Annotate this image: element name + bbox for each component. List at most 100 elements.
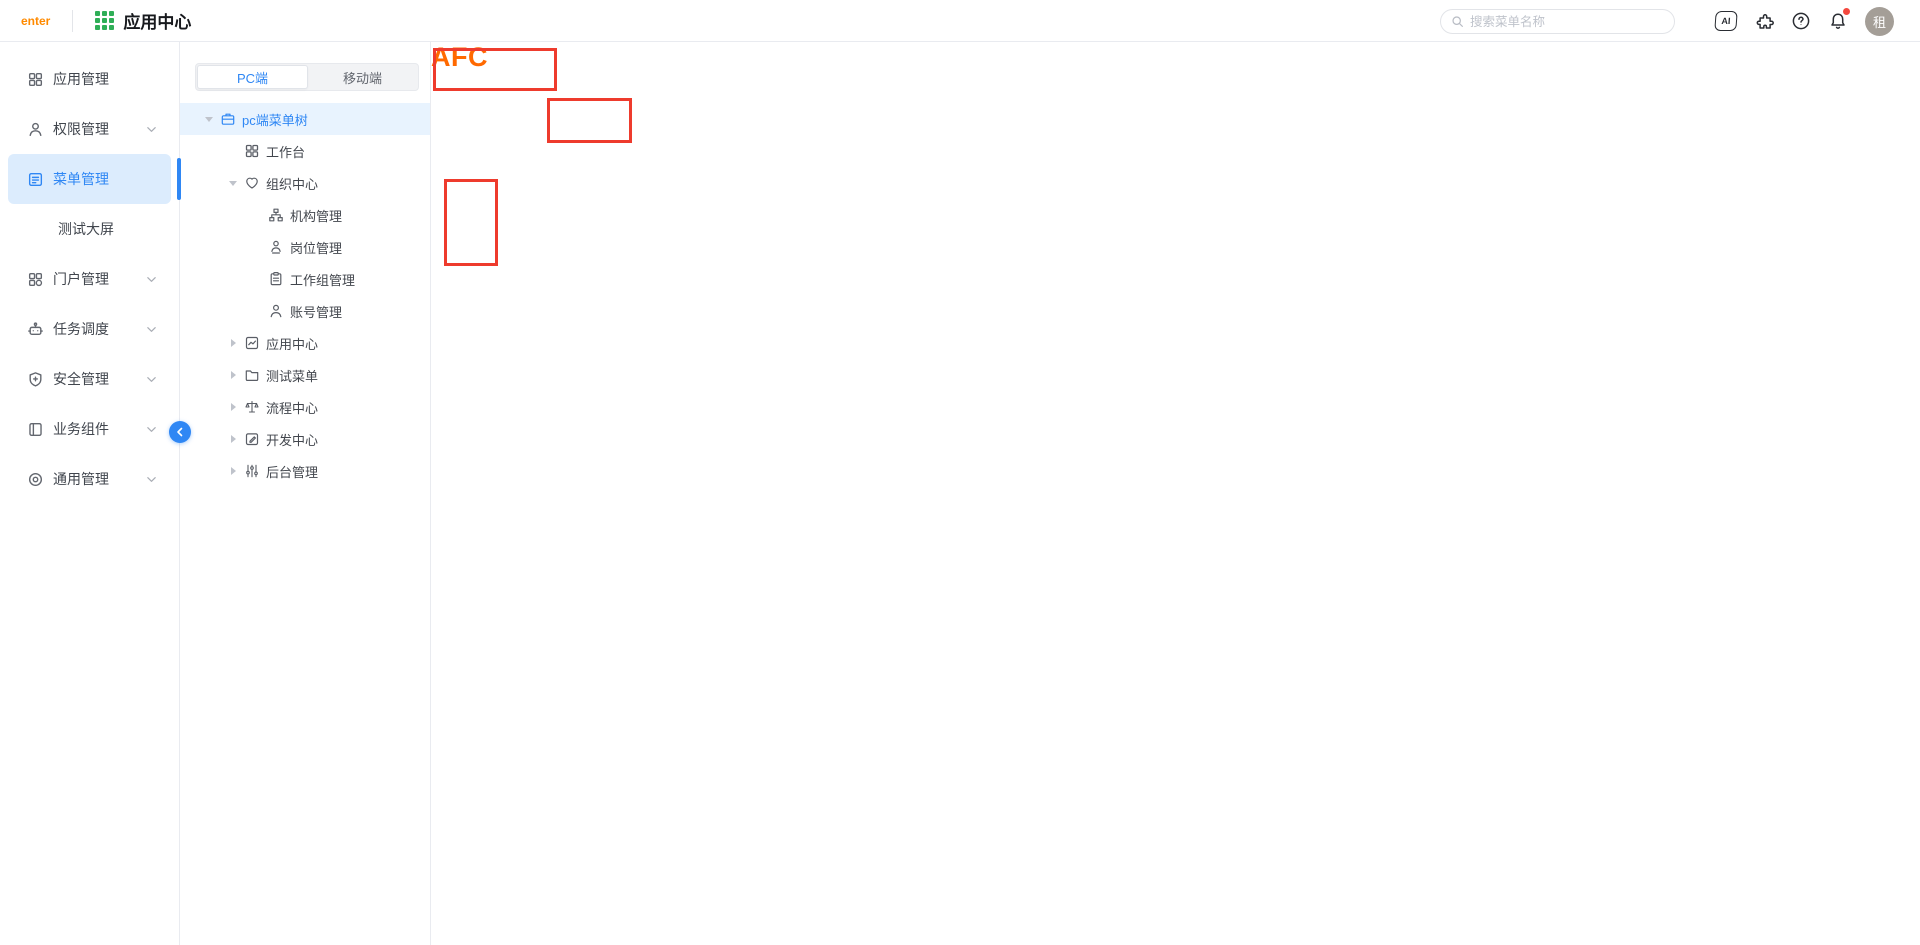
grid-icon [27,71,44,88]
tree-node-label: 工作台 [266,142,305,161]
tree-node-label: 后台管理 [266,462,318,481]
tree-node-工作组管理[interactable]: 工作组管理 [180,263,430,295]
ai-assistant-icon[interactable]: AI [1715,11,1737,31]
caret-down-icon[interactable] [204,117,214,122]
portal-icon [27,271,44,288]
chev-down-icon [146,374,157,385]
header-actions: AI 租 [1715,0,1894,42]
caret-right-icon[interactable] [228,403,238,411]
tree-node-pc端菜单树[interactable]: pc端菜单树 [180,103,430,135]
active-nav-indicator [177,158,181,200]
tree-node-label: 流程中心 [266,398,318,417]
chev-down-icon [146,124,157,135]
logo-subtext: enter [21,14,50,28]
menu-tree: pc端菜单树工作台组织中心机构管理岗位管理工作组管理账号管理应用中心测试菜单流程… [180,103,430,487]
tree-node-label: 应用中心 [266,334,318,353]
tree-node-组织中心[interactable]: 组织中心 [180,167,430,199]
sidebar-item-门户管理[interactable]: 门户管理 [8,254,171,304]
sidebar-item-label: 菜单管理 [53,169,157,189]
global-search[interactable] [1440,9,1675,34]
shield-icon [27,371,44,388]
tab-mobile[interactable]: 移动端 [308,65,417,89]
left-nav-sidebar: 应用管理权限管理菜单管理测试大屏门户管理任务调度安全管理业务组件通用管理 [0,42,180,945]
tree-node-账号管理[interactable]: 账号管理 [180,295,430,327]
robot-icon [27,321,44,338]
tree-node-开发中心[interactable]: 开发中心 [180,423,430,455]
tree-node-后台管理[interactable]: 后台管理 [180,455,430,487]
brand-logo[interactable]: AFC enter [20,14,50,28]
caret-right-icon[interactable] [228,371,238,379]
heart-icon [244,175,260,191]
sidebar-collapse-button[interactable] [169,421,191,443]
tree-node-测试菜单[interactable]: 测试菜单 [180,359,430,391]
sidebar-item-label: 任务调度 [53,319,146,339]
tree-node-应用中心[interactable]: 应用中心 [180,327,430,359]
tab-pc[interactable]: PC端 [197,65,308,89]
tree-node-流程中心[interactable]: 流程中心 [180,391,430,423]
plugin-icon[interactable] [1754,11,1774,31]
sidebar-item-label: 测试大屏 [58,219,157,239]
org-icon [268,207,284,223]
chev-down-icon [146,474,157,485]
user-icon [27,121,44,138]
sidebar-item-label: 权限管理 [53,119,146,139]
sidebar-item-任务调度[interactable]: 任务调度 [8,304,171,354]
sidebar-item-菜单管理[interactable]: 菜单管理 [8,154,171,204]
person-badge-icon [268,239,284,255]
chart-icon [244,335,260,351]
tree-node-工作台[interactable]: 工作台 [180,135,430,167]
platform-switch: PC端 移动端 [195,63,419,91]
folder-icon [244,367,260,383]
app-title: 应用中心 [123,8,191,33]
global-search-input[interactable] [1470,15,1650,29]
caret-right-icon[interactable] [228,435,238,443]
tree-node-label: 岗位管理 [290,238,342,257]
sidebar-item-业务组件[interactable]: 业务组件 [8,404,171,454]
sidebar-item-测试大屏[interactable]: 测试大屏 [8,204,171,254]
tree-node-label: pc端菜单树 [242,110,308,129]
target-icon [27,471,44,488]
caret-right-icon[interactable] [228,467,238,475]
tree-node-label: 工作组管理 [290,270,355,289]
notification-badge [1843,8,1850,15]
sidebar-item-权限管理[interactable]: 权限管理 [8,104,171,154]
clipboard-icon [268,271,284,287]
person-icon [268,303,284,319]
caret-down-icon[interactable] [228,181,238,186]
notification-icon[interactable] [1828,11,1848,31]
grid-icon [244,143,260,159]
menu-doc-icon [27,171,44,188]
help-icon[interactable] [1791,11,1811,31]
tree-node-机构管理[interactable]: 机构管理 [180,199,430,231]
tree-node-label: 开发中心 [266,430,318,449]
briefcase-icon [220,111,236,127]
chev-down-icon [146,424,157,435]
search-icon [1451,15,1464,28]
caret-right-icon[interactable] [228,339,238,347]
edit-icon [244,431,260,447]
workflow-icon [244,399,260,415]
tree-node-岗位管理[interactable]: 岗位管理 [180,231,430,263]
tree-node-label: 组织中心 [266,174,318,193]
sidebar-item-label: 应用管理 [53,69,157,89]
tree-node-label: 机构管理 [290,206,342,225]
tree-node-label: 账号管理 [290,302,342,321]
sidebar-item-通用管理[interactable]: 通用管理 [8,454,171,504]
app-center-icon [95,11,114,30]
sliders-icon [244,463,260,479]
sidebar-item-label: 门户管理 [53,269,146,289]
sidebar-item-label: 安全管理 [53,369,146,389]
top-header: AFC enter 应用中心 AI 租 [0,0,1920,42]
chev-down-icon [146,274,157,285]
sidebar-item-label: 通用管理 [53,469,146,489]
chev-down-icon [146,324,157,335]
avatar[interactable]: 租 [1865,7,1894,36]
menu-tree-panel: PC端 移动端 pc端菜单树工作台组织中心机构管理岗位管理工作组管理账号管理应用… [180,42,431,945]
logo-text: AFC [431,42,1920,945]
sidebar-item-应用管理[interactable]: 应用管理 [8,54,171,104]
sidebar-item-label: 业务组件 [53,419,146,439]
component-icon [27,421,44,438]
header-divider [72,10,73,32]
sidebar-item-安全管理[interactable]: 安全管理 [8,354,171,404]
tree-node-label: 测试菜单 [266,366,318,385]
